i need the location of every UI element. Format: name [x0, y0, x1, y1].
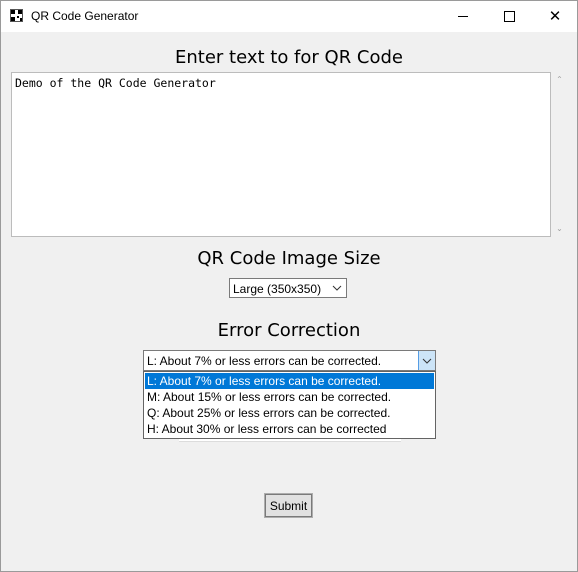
option-level-m[interactable]: M: About 15% or less errors can be corre… — [145, 389, 434, 405]
option-level-q[interactable]: Q: About 25% or less errors can be corre… — [145, 405, 434, 421]
qr-text-area[interactable]: Demo of the QR Code Generator — [11, 72, 551, 237]
error-correction-value: L: About 7% or less errors can be correc… — [147, 354, 382, 368]
close-icon: ✕ — [548, 7, 562, 25]
maximize-button[interactable] — [486, 1, 532, 32]
option-level-l[interactable]: L: About 7% or less errors can be correc… — [145, 373, 434, 389]
image-size-select[interactable]: Large (350x350) — [229, 278, 347, 298]
close-button[interactable]: ✕ — [532, 1, 577, 32]
chevron-down-icon — [332, 285, 342, 291]
option-level-h[interactable]: H: About 30% or less errors can be corre… — [145, 421, 434, 437]
minimize-button[interactable] — [440, 1, 486, 32]
error-heading: Error Correction — [217, 320, 361, 341]
size-heading: QR Code Image Size — [197, 248, 381, 269]
dropdown-button[interactable] — [418, 351, 435, 370]
image-size-value: Large (350x350) — [233, 282, 322, 296]
error-correction-select[interactable]: L: About 7% or less errors can be correc… — [143, 350, 436, 371]
text-heading: Enter text to for QR Code — [174, 47, 404, 68]
chevron-down-icon — [422, 358, 432, 364]
maximize-icon — [503, 11, 515, 22]
window-title: QR Code Generator — [31, 9, 139, 23]
scroll-down-icon[interactable]: ⌄ — [551, 221, 568, 237]
error-correction-list: L: About 7% or less errors can be correc… — [143, 371, 436, 439]
scroll-up-icon[interactable]: ⌃ — [551, 72, 568, 88]
text-area-scrollbar[interactable]: ⌃ ⌄ — [551, 72, 568, 237]
minimize-icon — [458, 16, 468, 17]
submit-button[interactable]: Submit — [264, 493, 313, 518]
hidden-widget-edge — [179, 439, 401, 442]
app-window: QR Code Generator ✕ Enter text to for QR… — [0, 0, 578, 572]
title-bar[interactable]: QR Code Generator ✕ — [1, 1, 577, 32]
qr-text-value: Demo of the QR Code Generator — [15, 76, 216, 90]
qr-app-icon — [10, 9, 23, 22]
